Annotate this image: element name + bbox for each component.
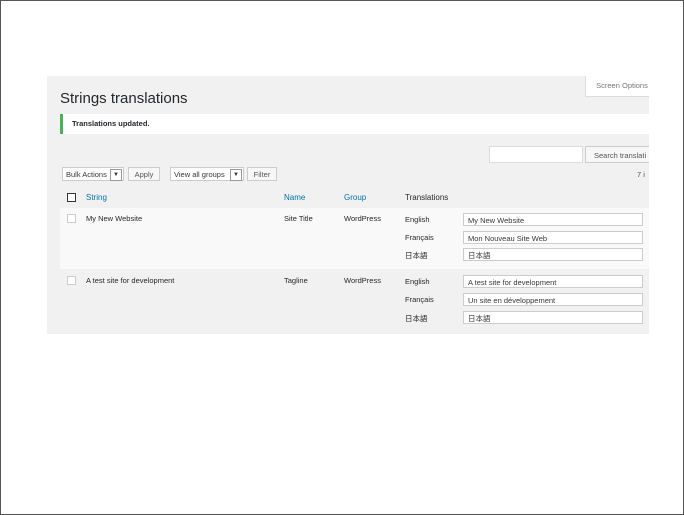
success-notice: Translations updated. <box>60 114 649 134</box>
language-label: English <box>405 277 430 286</box>
select-all-checkbox[interactable] <box>67 193 76 202</box>
translation-input[interactable]: Un site en développement <box>463 293 643 306</box>
notice-text: Translations updated. <box>72 119 150 128</box>
search-translations-button[interactable]: Search translati <box>585 146 649 163</box>
column-header-name[interactable]: Name <box>284 193 305 202</box>
filter-button[interactable]: Filter <box>247 167 277 181</box>
screen-options-button[interactable]: Screen Options <box>585 76 649 97</box>
bulk-actions-select[interactable]: Bulk Actions ▼ <box>62 167 124 181</box>
translation-input[interactable]: 日本語 <box>463 248 643 261</box>
items-count: 7 i <box>637 170 645 179</box>
name-cell: Site Title <box>284 214 313 223</box>
row-checkbox[interactable] <box>67 214 76 223</box>
page-title: Strings translations <box>60 90 188 107</box>
table-row: A test site for development Tagline Word… <box>60 270 649 334</box>
translation-input[interactable]: My New Website <box>463 213 643 226</box>
name-cell: Tagline <box>284 276 308 285</box>
groups-select-label: View all groups <box>174 170 225 179</box>
group-cell: WordPress <box>344 214 381 223</box>
language-label: Français <box>405 295 434 304</box>
chevron-down-icon: ▼ <box>230 169 242 181</box>
chevron-down-icon: ▼ <box>110 169 122 181</box>
strings-translations-screen: Screen Options Strings translations Tran… <box>47 76 649 334</box>
string-cell: My New Website <box>86 214 143 223</box>
table-row: My New Website Site Title WordPress Engl… <box>60 208 649 269</box>
column-header-group[interactable]: Group <box>344 193 366 202</box>
row-checkbox[interactable] <box>67 276 76 285</box>
translation-input[interactable]: 日本語 <box>463 311 643 324</box>
bulk-actions-label: Bulk Actions <box>66 170 107 179</box>
translation-input[interactable]: A test site for development <box>463 275 643 288</box>
language-label: 日本語 <box>405 251 428 260</box>
group-cell: WordPress <box>344 276 381 285</box>
column-header-translations: Translations <box>405 193 449 202</box>
language-label: 日本語 <box>405 314 428 323</box>
search-input[interactable] <box>489 146 583 163</box>
table-header: String Name Group Translations <box>60 189 649 207</box>
apply-button[interactable]: Apply <box>128 167 160 181</box>
language-label: English <box>405 215 430 224</box>
language-label: Français <box>405 233 434 242</box>
string-cell: A test site for development <box>86 276 175 285</box>
translation-input[interactable]: Mon Nouveau Site Web <box>463 231 643 244</box>
groups-select[interactable]: View all groups ▼ <box>170 167 244 181</box>
column-header-string[interactable]: String <box>86 193 107 202</box>
